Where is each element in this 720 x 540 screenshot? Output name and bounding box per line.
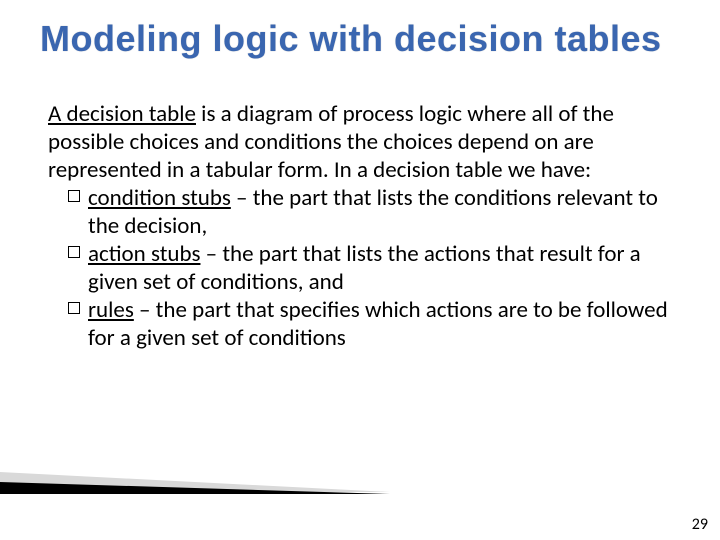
decorative-wedge-icon: [0, 464, 390, 510]
list-item: action stubs – the part that lists the a…: [68, 240, 672, 296]
page-number: 29: [692, 515, 708, 534]
term: condition stubs: [88, 184, 231, 212]
list-item: rules – the part that specifies which ac…: [68, 296, 672, 352]
checkbox-icon: [68, 302, 80, 314]
checkbox-icon: [68, 246, 80, 258]
intro-lead-underlined: A decision table: [48, 100, 196, 128]
bullet-list: condition stubs – the part that lists th…: [48, 184, 672, 352]
slide: Modeling logic with decision tables A de…: [0, 0, 720, 540]
body-text: A decision table is a diagram of process…: [48, 100, 672, 352]
term: action stubs: [88, 240, 200, 268]
slide-title: Modeling logic with decision tables: [40, 18, 690, 60]
checkbox-icon: [68, 190, 80, 202]
term: rules: [88, 296, 134, 324]
list-item: condition stubs – the part that lists th…: [68, 184, 672, 240]
term-rest: – the part that specifies which actions …: [88, 296, 668, 352]
